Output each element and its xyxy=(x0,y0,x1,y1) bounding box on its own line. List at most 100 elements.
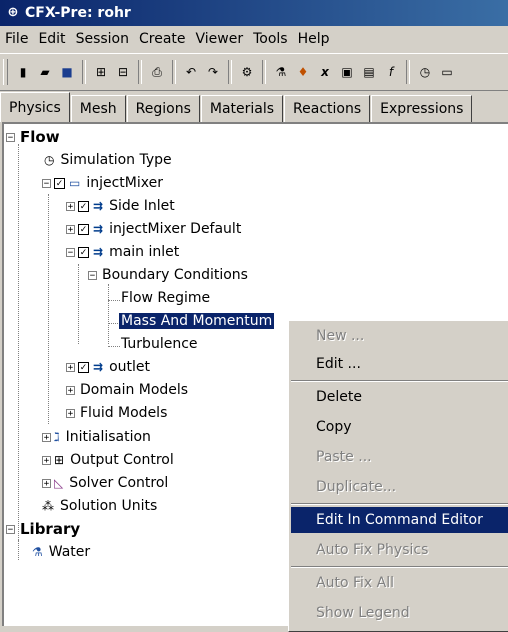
toolbar-separator xyxy=(406,60,410,84)
checkbox[interactable]: ✓ xyxy=(78,361,89,373)
menu-session[interactable]: Session xyxy=(71,31,134,47)
tree-item-default-boundary[interactable]: + ✓ ⇉ injectMixer Default xyxy=(66,218,243,240)
expand-icon[interactable]: + xyxy=(66,201,75,211)
menu-help[interactable]: Help xyxy=(293,31,335,47)
tree-item-solution-units[interactable]: ⁂ Solution Units xyxy=(42,495,159,517)
tree-item-side-inlet[interactable]: + ✓ ⇉ Side Inlet xyxy=(66,195,177,217)
subroutine-icon[interactable]: ▤ xyxy=(358,61,380,83)
checkbox[interactable]: ✓ xyxy=(54,177,65,189)
new-icon[interactable]: ▮ xyxy=(12,61,34,83)
menu-create[interactable]: Create xyxy=(134,31,191,47)
material-icon[interactable]: ⚗ xyxy=(270,61,292,83)
tree-item-turbulence[interactable]: Turbulence xyxy=(119,333,200,355)
menu-item-duplicate[interactable]: Duplicate... xyxy=(291,474,508,500)
import-mesh-icon[interactable]: ⊞ xyxy=(90,61,112,83)
tree-item-simulation-type[interactable]: ◷ Simulation Type xyxy=(44,149,174,171)
menu-file[interactable]: File xyxy=(0,31,33,47)
tree-item-domain-models[interactable]: + Domain Models xyxy=(66,379,190,401)
collapse-icon[interactable]: − xyxy=(6,132,15,142)
collapse-icon[interactable]: − xyxy=(88,270,97,280)
menu-item-show-legend[interactable]: Show Legend xyxy=(291,600,508,626)
checkbox[interactable]: ✓ xyxy=(78,246,89,258)
menu-item-paste[interactable]: Paste ... xyxy=(291,444,508,470)
menu-tools[interactable]: Tools xyxy=(248,31,293,47)
initialisation-icon: ℷ xyxy=(54,430,60,444)
toolbar-separator xyxy=(138,60,142,84)
export-mesh-icon[interactable]: ⊟ xyxy=(112,61,134,83)
menu-item-edit-in-command-editor[interactable]: Edit In Command Editor xyxy=(291,507,508,533)
undo-icon[interactable]: ↶ xyxy=(180,61,202,83)
print-icon[interactable]: ⎙ xyxy=(146,61,168,83)
menu-separator xyxy=(291,380,508,382)
expand-icon[interactable]: + xyxy=(66,408,75,418)
checkbox[interactable]: ✓ xyxy=(78,200,89,212)
open-folder-icon[interactable]: ▰ xyxy=(34,61,56,83)
expand-icon[interactable]: + xyxy=(66,224,75,234)
boundary-icon: ⇉ xyxy=(93,199,104,213)
domain-icon: ▭ xyxy=(69,176,81,190)
function-icon[interactable]: f xyxy=(380,61,402,83)
expand-icon[interactable]: + xyxy=(42,455,51,465)
menu-item-edit[interactable]: Edit ... xyxy=(291,351,508,377)
tree-item-library[interactable]: − Library xyxy=(6,518,82,540)
menu-item-copy[interactable]: Copy xyxy=(291,414,508,440)
menu-item-auto-fix-all[interactable]: Auto Fix All xyxy=(291,570,508,596)
toolbar-grip[interactable] xyxy=(3,59,8,85)
tree-item-mass-and-momentum[interactable]: Mass And Momentum xyxy=(119,310,275,332)
material-icon: ⚗ xyxy=(32,545,43,559)
toolbar-separator xyxy=(82,60,86,84)
boundary-icon: ⇉ xyxy=(93,222,104,236)
expression-icon[interactable]: x xyxy=(314,61,336,83)
collapse-icon[interactable]: − xyxy=(66,247,75,257)
units-icon: ⁂ xyxy=(42,499,54,513)
menu-item-delete[interactable]: Delete xyxy=(291,384,508,410)
tree-item-flow[interactable]: − Flow xyxy=(6,126,62,148)
tab-regions[interactable]: Regions xyxy=(126,95,200,122)
tab-mesh[interactable]: Mesh xyxy=(70,95,126,122)
tree-item-initialisation[interactable]: + ℷ Initialisation xyxy=(42,426,153,448)
tree-item-fluid-models[interactable]: + Fluid Models xyxy=(66,402,169,424)
app-icon: ⊕ xyxy=(7,5,19,20)
reaction-icon[interactable]: ♦ xyxy=(292,61,314,83)
solver-control-icon: ◺ xyxy=(54,476,64,490)
tree-item-output-control[interactable]: + ⊞ Output Control xyxy=(42,449,176,471)
checkbox[interactable]: ✓ xyxy=(78,223,89,235)
tree-item-solver-control[interactable]: + ◺ Solver Control xyxy=(42,472,170,494)
boundary-icon: ⇉ xyxy=(93,245,104,259)
user-function-icon[interactable]: ▣ xyxy=(336,61,358,83)
expand-icon[interactable]: + xyxy=(66,385,75,395)
redo-icon[interactable]: ↷ xyxy=(202,61,224,83)
tree-item-water[interactable]: ⚗ Water xyxy=(32,541,92,563)
expand-icon[interactable]: + xyxy=(66,362,75,372)
tab-reactions[interactable]: Reactions xyxy=(284,95,371,122)
tree-item-main-inlet[interactable]: − ✓ ⇉ main inlet xyxy=(66,241,181,263)
menu-edit[interactable]: Edit xyxy=(33,31,70,47)
domain-icon[interactable]: ▭ xyxy=(436,61,458,83)
tree-item-domain[interactable]: − ✓ ▭ injectMixer xyxy=(42,172,165,194)
collapse-icon[interactable]: − xyxy=(42,178,51,188)
tab-materials[interactable]: Materials xyxy=(200,95,284,122)
collapse-icon[interactable]: − xyxy=(6,524,15,534)
expand-icon[interactable]: + xyxy=(42,478,51,488)
tab-bar: Physics Mesh Regions Materials Reactions… xyxy=(0,92,508,122)
tree-item-outlet[interactable]: + ✓ ⇉ outlet xyxy=(66,356,152,378)
expand-icon[interactable]: + xyxy=(42,432,51,442)
tree-item-boundary-conditions[interactable]: − Boundary Conditions xyxy=(88,264,250,286)
toolbar: ▮ ▰ ■ ⊞ ⊟ ⎙ ↶ ↷ ⚙ ⚗ ♦ x ▣ ▤ f ◷ ▭ xyxy=(0,53,508,91)
physics-check-icon[interactable]: ⚙ xyxy=(236,61,258,83)
tab-expressions[interactable]: Expressions xyxy=(371,95,473,122)
menu-item-new[interactable]: New ... xyxy=(291,323,508,349)
context-menu: New ... Edit ... Delete Copy Paste ... D… xyxy=(288,320,508,632)
menu-viewer[interactable]: Viewer xyxy=(191,31,249,47)
tab-physics[interactable]: Physics xyxy=(0,92,70,122)
tree-connector xyxy=(18,144,19,544)
menu-item-auto-fix-physics[interactable]: Auto Fix Physics xyxy=(291,537,508,563)
window-title: CFX-Pre: rohr xyxy=(25,5,131,21)
tree-item-flow-regime[interactable]: Flow Regime xyxy=(119,287,212,309)
simulation-type-icon[interactable]: ◷ xyxy=(414,61,436,83)
toolbar-separator xyxy=(262,60,266,84)
output-control-icon: ⊞ xyxy=(54,453,65,467)
save-icon[interactable]: ■ xyxy=(56,61,78,83)
tree-connector xyxy=(48,194,49,424)
menu-separator xyxy=(291,566,508,568)
